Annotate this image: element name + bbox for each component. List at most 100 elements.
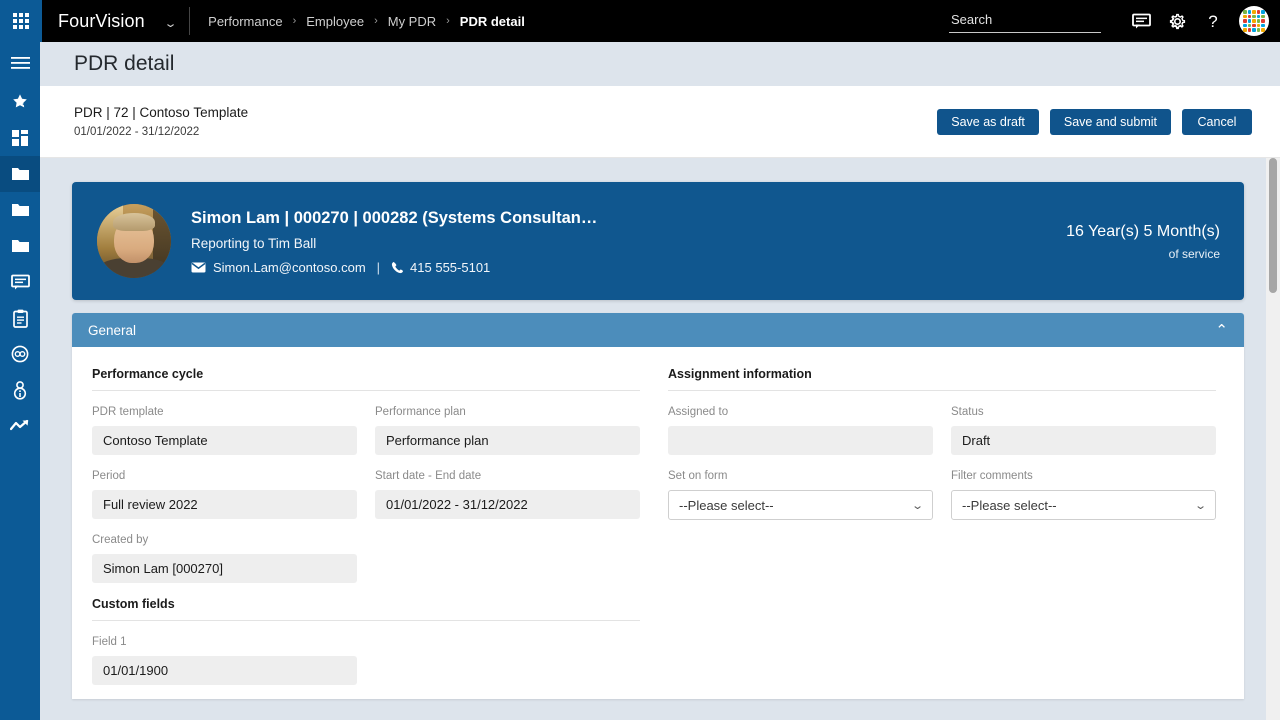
created-by-input[interactable]: Simon Lam [000270] (92, 554, 357, 583)
status-input[interactable]: Draft (951, 426, 1216, 455)
brand-label: FourVision (58, 10, 145, 31)
breadcrumb-item-performance[interactable]: Performance (208, 14, 282, 29)
field-row: Assigned to Status Draft (668, 405, 1216, 455)
start-end-date-label: Start date - End date (375, 470, 482, 482)
comment-icon (10, 274, 30, 289)
performance-plan-label: Performance plan (375, 406, 466, 418)
page-header-band: PDR detail (40, 42, 1280, 86)
folder-icon (11, 168, 29, 180)
record-title: PDR | 72 | Contoso Template (74, 104, 249, 120)
start-end-date-input[interactable]: 01/01/2022 - 31/12/2022 (375, 490, 640, 519)
app-root: FourVision ⌄ Performance › Employee › My… (0, 0, 1280, 720)
contact-separator: | (376, 260, 381, 275)
employee-service: 16 Year(s) 5 Month(s) of service (1066, 221, 1244, 261)
sidebar-item-analytics[interactable] (0, 408, 40, 444)
search-field[interactable] (949, 9, 1101, 33)
cc-badge-icon (11, 345, 29, 363)
filter-comments-select[interactable]: --Please select-- ⌄ (951, 490, 1216, 520)
general-panel-header[interactable]: General ⌃ (72, 313, 1244, 347)
feedback-button[interactable] (1123, 0, 1159, 42)
created-by-field: Created by Simon Lam [000270] (92, 533, 357, 583)
field-spacer (375, 533, 640, 583)
field-1-input[interactable]: 01/01/1900 (92, 656, 357, 685)
status-field: Status Draft (951, 405, 1216, 455)
cancel-button[interactable]: Cancel (1182, 108, 1252, 135)
help-icon: ? (1208, 11, 1218, 31)
breadcrumb-item-my-pdr[interactable]: My PDR (388, 14, 436, 29)
brand-title[interactable]: FourVision ⌄ (42, 11, 189, 32)
assigned-to-field: Assigned to (668, 405, 933, 455)
field-spacer (375, 635, 640, 685)
field-row: Field 1 01/01/1900 (92, 635, 640, 685)
settings-button[interactable] (1159, 0, 1195, 42)
breadcrumb-separator-icon: › (374, 15, 378, 27)
field-row: Created by Simon Lam [000270] (92, 533, 640, 583)
service-duration: 16 Year(s) 5 Month(s) (1066, 223, 1220, 240)
employee-banner-card: Simon Lam | 000270 | 000282 (Systems Con… (72, 182, 1244, 300)
scrollbar-thumb[interactable] (1269, 158, 1277, 293)
sidebar-item-tasks[interactable] (0, 300, 40, 336)
help-button[interactable]: ? (1195, 0, 1231, 42)
performance-cycle-title: Performance cycle (92, 367, 640, 391)
record-summary: PDR | 72 | Contoso Template 01/01/2022 -… (40, 104, 248, 140)
clipboard-icon (12, 309, 28, 328)
general-panel-body: Performance cycle PDR template Contoso T… (72, 347, 1244, 699)
sidebar-item-folder-2[interactable] (0, 192, 40, 228)
folder-icon (11, 240, 29, 252)
created-by-label: Created by (92, 534, 149, 546)
chevron-down-icon[interactable]: ⌄ (163, 17, 177, 30)
assignment-information-column: Assignment information Assigned to Statu… (658, 367, 1224, 699)
filter-comments-label: Filter comments (951, 470, 1033, 482)
user-avatar[interactable] (1239, 6, 1269, 36)
employee-name: Simon Lam | 000270 | 000282 (Systems Con… (191, 209, 598, 227)
page-title: PDR detail (74, 52, 175, 75)
set-on-form-label: Set on form (668, 470, 728, 482)
sidebar-item-folder-1[interactable] (0, 156, 40, 192)
sidebar-item-favorites[interactable] (0, 84, 40, 120)
hamburger-menu-button[interactable] (0, 42, 40, 84)
field-1-label: Field 1 (92, 636, 127, 648)
pdr-template-input[interactable]: Contoso Template (92, 426, 357, 455)
save-as-draft-button[interactable]: Save as draft (937, 108, 1039, 135)
sidebar-item-dashboard[interactable] (0, 120, 40, 156)
sidebar-item-comments[interactable] (0, 264, 40, 300)
app-launcher-button[interactable] (0, 0, 42, 42)
period-input[interactable]: Full review 2022 (92, 490, 357, 519)
save-and-submit-button[interactable]: Save and submit (1049, 108, 1171, 135)
status-label: Status (951, 406, 984, 418)
gear-icon (1169, 13, 1185, 29)
phone-icon (391, 261, 404, 274)
period-label: Period (92, 470, 126, 482)
employee-phone[interactable]: 415 555-5101 (410, 260, 490, 275)
star-icon (13, 94, 27, 108)
chevron-down-icon: ⌄ (910, 499, 924, 512)
command-actions: Save as draft Save and submit Cancel (937, 108, 1280, 135)
custom-fields-title: Custom fields (92, 597, 640, 621)
employee-contact: Simon.Lam@contoso.com | 415 555-5101 (191, 260, 597, 275)
top-navigation-bar: FourVision ⌄ Performance › Employee › My… (0, 0, 1280, 42)
performance-plan-input[interactable]: Performance plan (375, 426, 640, 455)
sidebar-item-folder-3[interactable] (0, 228, 40, 264)
start-end-date-field: Start date - End date 01/01/2022 - 31/12… (375, 469, 640, 519)
search-input[interactable] (949, 9, 1101, 33)
sidebar-item-cc[interactable] (0, 336, 40, 372)
left-navigation-rail (0, 42, 40, 720)
set-on-form-select[interactable]: --Please select-- ⌄ (668, 490, 933, 520)
sidebar-item-profile[interactable] (0, 372, 40, 408)
general-panel: General ⌃ Performance cycle PDR template… (72, 313, 1244, 699)
breadcrumb-item-employee[interactable]: Employee (306, 14, 364, 29)
avatar-dots-icon (1243, 10, 1265, 32)
employee-email[interactable]: Simon.Lam@contoso.com (213, 260, 366, 275)
breadcrumb: Performance › Employee › My PDR › PDR de… (190, 14, 525, 29)
field-row: Period Full review 2022 Start date - End… (92, 469, 640, 519)
assigned-to-label: Assigned to (668, 406, 729, 418)
app-launcher-icon (13, 13, 29, 29)
folder-icon (11, 204, 29, 216)
assigned-to-input[interactable] (668, 426, 933, 455)
chevron-up-icon[interactable]: ⌃ (1215, 323, 1228, 338)
feedback-icon (1131, 13, 1151, 28)
envelope-icon (191, 262, 206, 273)
vertical-scrollbar[interactable] (1266, 158, 1280, 720)
assignment-information-title: Assignment information (668, 367, 1216, 391)
general-panel-title: General (88, 322, 137, 338)
